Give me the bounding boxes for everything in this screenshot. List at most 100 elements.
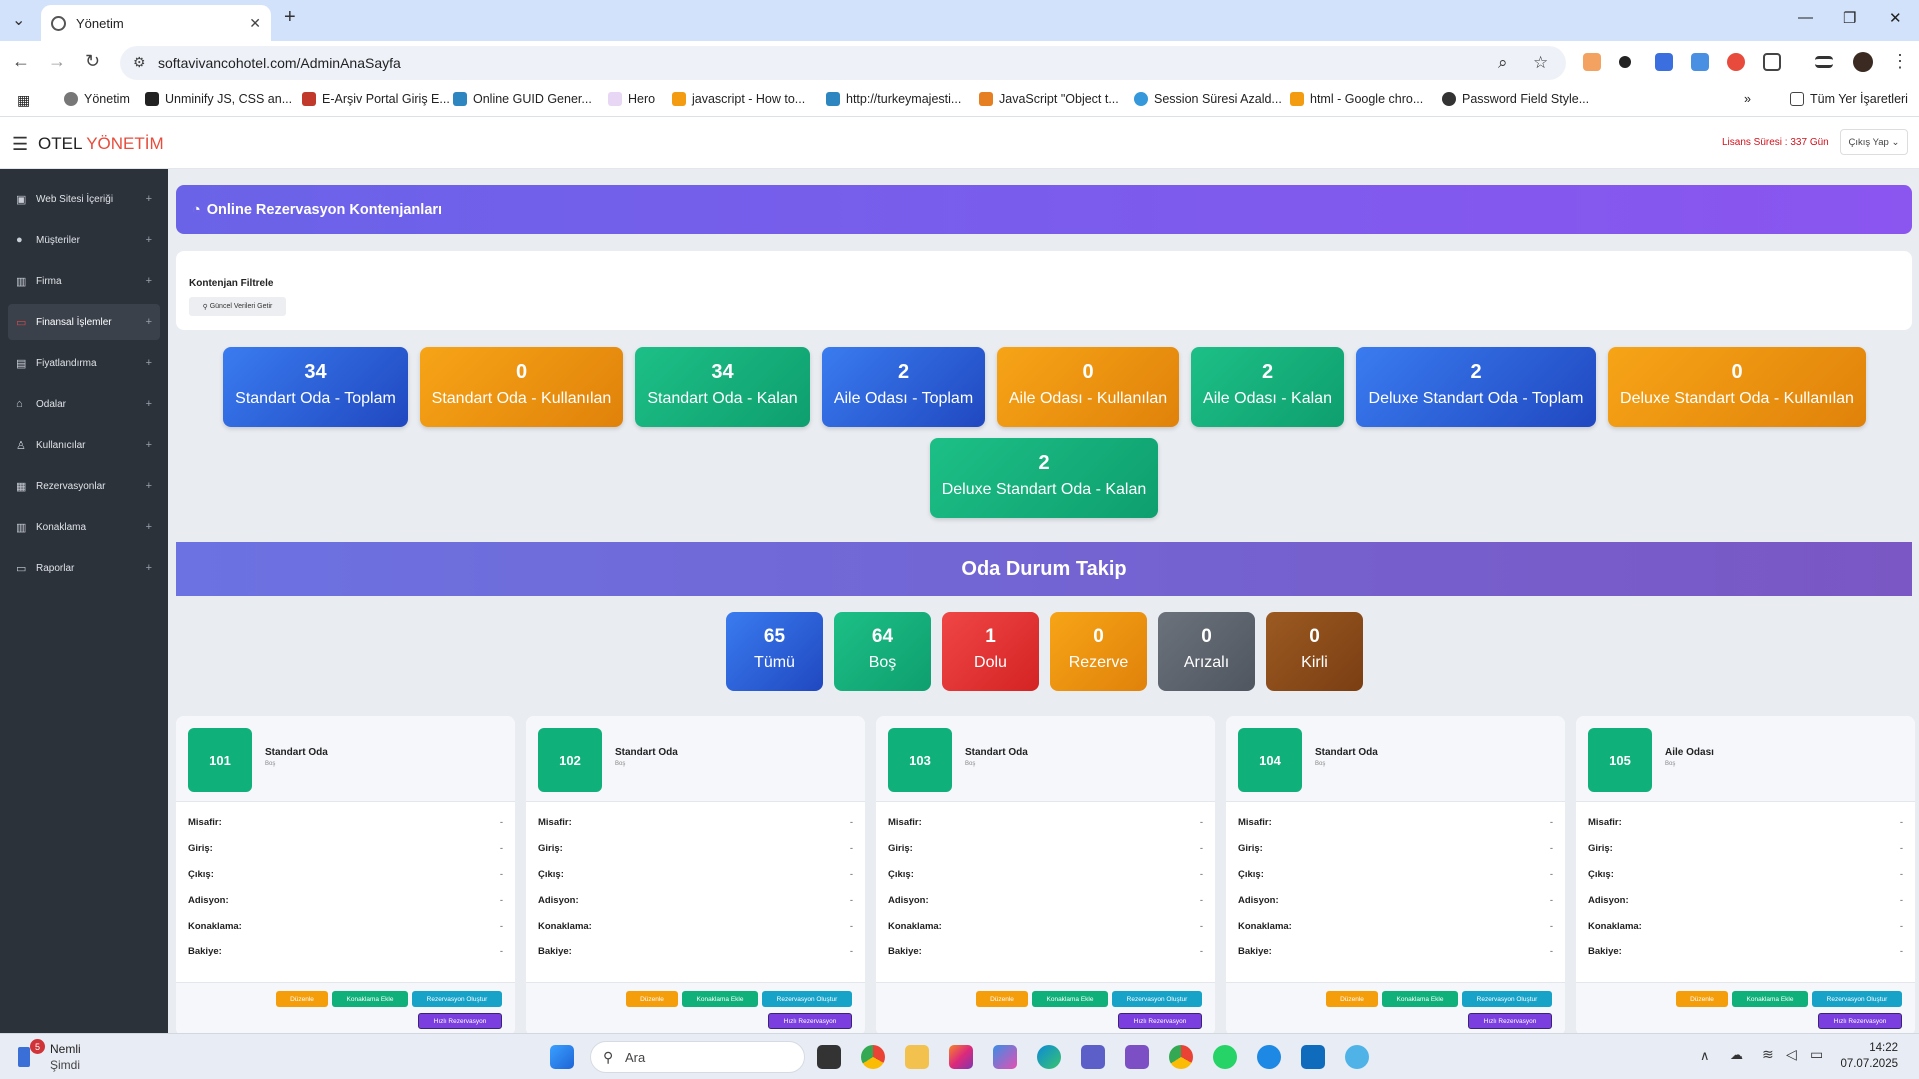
extension-icon[interactable]	[1583, 53, 1601, 71]
chrome-icon[interactable]	[861, 1045, 885, 1069]
edit-button[interactable]: Düzenle	[976, 991, 1028, 1007]
add-stay-button[interactable]: Konaklama Ekle	[1032, 991, 1108, 1007]
new-tab-button[interactable]: +	[284, 6, 296, 29]
create-reservation-button[interactable]: Rezervasyon Oluştur	[762, 991, 852, 1007]
bookmark[interactable]: javascript - How to...	[672, 92, 805, 106]
reading-list-icon[interactable]	[1815, 56, 1833, 68]
add-stay-button[interactable]: Konaklama Ekle	[682, 991, 758, 1007]
forward-icon[interactable]: →	[48, 51, 66, 72]
sidebar-item-reservations[interactable]: ▦ Rezervasyonlar +	[8, 468, 160, 504]
wifi-icon[interactable]: ≋	[1762, 1046, 1774, 1063]
back-icon[interactable]: ←	[12, 51, 30, 72]
sidebar-item-web[interactable]: ▣ Web Sitesi İçeriği +	[8, 181, 160, 217]
copilot-icon[interactable]	[993, 1045, 1017, 1069]
bookmark[interactable]: html - Google chro...	[1290, 92, 1423, 106]
tray-chevron-icon[interactable]: ∧	[1700, 1048, 1710, 1064]
doc-icon[interactable]	[1691, 53, 1709, 71]
edit-button[interactable]: Düzenle	[1326, 991, 1378, 1007]
add-stay-button[interactable]: Konaklama Ekle	[1382, 991, 1458, 1007]
hamburger-icon[interactable]: ☰	[12, 134, 28, 155]
create-reservation-button[interactable]: Rezervasyon Oluştur	[1112, 991, 1202, 1007]
tab-list-icon[interactable]: ⌄	[12, 10, 25, 30]
avatar[interactable]	[1853, 52, 1873, 72]
menu-icon[interactable]: ⋮	[1891, 51, 1909, 72]
visual-studio-icon[interactable]	[1125, 1045, 1149, 1069]
quick-reservation-button[interactable]: Hızlı Rezervasyon	[1468, 1013, 1552, 1029]
status-filter-reserved[interactable]: 0 Rezerve	[1050, 612, 1147, 691]
close-icon[interactable]: ✕	[249, 15, 261, 32]
quick-reservation-button[interactable]: Hızlı Rezervasyon	[768, 1013, 852, 1029]
browser-tab[interactable]: Yönetim ✕	[41, 5, 271, 41]
onedrive-icon[interactable]: ☁	[1730, 1047, 1743, 1063]
room-number[interactable]: 104	[1238, 728, 1302, 792]
room-number[interactable]: 102	[538, 728, 602, 792]
sidebar-item-rooms[interactable]: ⌂ Odalar +	[8, 386, 160, 422]
status-filter-empty[interactable]: 64 Boş	[834, 612, 931, 691]
edit-button[interactable]: Düzenle	[626, 991, 678, 1007]
more-bookmarks-icon[interactable]: »	[1744, 92, 1751, 106]
translate-icon[interactable]	[1655, 53, 1673, 71]
network-app-icon[interactable]	[1345, 1045, 1369, 1069]
create-reservation-button[interactable]: Rezervasyon Oluştur	[412, 991, 502, 1007]
bookmark[interactable]: Online GUID Gener...	[453, 92, 592, 106]
sidebar-item-users[interactable]: ♙ Kullanıcılar +	[8, 427, 160, 463]
quick-reservation-button[interactable]: Hızlı Rezervasyon	[1818, 1013, 1902, 1029]
instagram-icon[interactable]	[949, 1045, 973, 1069]
zoom-icon[interactable]: ⌕	[1498, 53, 1508, 73]
edge-icon[interactable]	[1037, 1045, 1061, 1069]
teams-icon[interactable]	[1081, 1045, 1105, 1069]
create-reservation-button[interactable]: Rezervasyon Oluştur	[1812, 991, 1902, 1007]
sidebar-item-stay[interactable]: ▥ Konaklama +	[8, 509, 160, 545]
logout-button[interactable]: Çıkış Yap ⌄	[1840, 129, 1908, 155]
status-filter-occupied[interactable]: 1 Dolu	[942, 612, 1039, 691]
star-icon[interactable]: ☆	[1533, 53, 1548, 73]
restore-icon[interactable]: ❐	[1843, 9, 1856, 27]
c-app-icon[interactable]	[1257, 1045, 1281, 1069]
status-filter-dirty[interactable]: 0 Kirli	[1266, 612, 1363, 691]
sidebar-item-pricing[interactable]: ▤ Fiyatlandırma +	[8, 345, 160, 381]
bookmark[interactable]: E-Arşiv Portal Giriş E...	[302, 92, 450, 106]
volume-icon[interactable]: ◁	[1786, 1046, 1797, 1063]
outlook-icon[interactable]	[1301, 1045, 1325, 1069]
sidebar-item-company[interactable]: ▥ Firma +	[8, 263, 160, 299]
k-extension-icon[interactable]	[1727, 53, 1745, 71]
refresh-data-button[interactable]: ⚲ Güncel Verileri Getir	[189, 297, 286, 316]
bookmark[interactable]: Unminify JS, CSS an...	[145, 92, 292, 106]
pen-icon[interactable]	[1619, 56, 1631, 68]
bookmark[interactable]: JavaScript "Object t...	[979, 92, 1119, 106]
brand-logo[interactable]: OTEL YÖNETİM	[38, 134, 164, 154]
quick-reservation-button[interactable]: Hızlı Rezervasyon	[418, 1013, 502, 1029]
bookmark[interactable]: Yönetim	[64, 92, 130, 106]
puzzle-icon[interactable]	[1763, 53, 1781, 71]
bookmark[interactable]: Session Süresi Azald...	[1134, 92, 1282, 106]
explorer-icon[interactable]	[905, 1045, 929, 1069]
reload-icon[interactable]: ↻	[85, 51, 100, 72]
start-icon[interactable]	[550, 1045, 574, 1069]
clock-time[interactable]: 14:22	[1858, 1042, 1898, 1054]
status-filter-all[interactable]: 65 Tümü	[726, 612, 823, 691]
bookmark[interactable]: Hero	[608, 92, 655, 106]
site-settings-icon[interactable]: ⚙	[133, 54, 146, 71]
add-stay-button[interactable]: Konaklama Ekle	[332, 991, 408, 1007]
sidebar-item-finance[interactable]: ▭ Finansal İşlemler +	[8, 304, 160, 340]
clock-date[interactable]: 07.07.2025	[1840, 1058, 1898, 1070]
weather-icon[interactable]	[18, 1047, 30, 1067]
task-view-icon[interactable]	[817, 1045, 841, 1069]
chrome-active-icon[interactable]	[1169, 1045, 1193, 1069]
sidebar-item-reports[interactable]: ▭ Raporlar +	[8, 550, 160, 586]
edit-button[interactable]: Düzenle	[276, 991, 328, 1007]
room-number[interactable]: 105	[1588, 728, 1652, 792]
bookmark[interactable]: Password Field Style...	[1442, 92, 1589, 106]
room-number[interactable]: 103	[888, 728, 952, 792]
room-number[interactable]: 101	[188, 728, 252, 792]
taskbar-search[interactable]: ⚲ Ara	[590, 1041, 805, 1073]
sidebar-item-customers[interactable]: ● Müşteriler +	[8, 222, 160, 258]
battery-icon[interactable]: ▭	[1810, 1046, 1823, 1063]
all-bookmarks[interactable]: Tüm Yer İşaretleri	[1790, 92, 1908, 106]
bookmark[interactable]: http://turkeymajesti...	[826, 92, 961, 106]
minimize-icon[interactable]: —	[1798, 9, 1813, 26]
quick-reservation-button[interactable]: Hızlı Rezervasyon	[1118, 1013, 1202, 1029]
add-stay-button[interactable]: Konaklama Ekle	[1732, 991, 1808, 1007]
apps-icon[interactable]: ▦	[17, 92, 30, 109]
address-bar[interactable]: ⚙ softavivancohotel.com/AdminAnaSayfa ⌕ …	[120, 46, 1566, 80]
